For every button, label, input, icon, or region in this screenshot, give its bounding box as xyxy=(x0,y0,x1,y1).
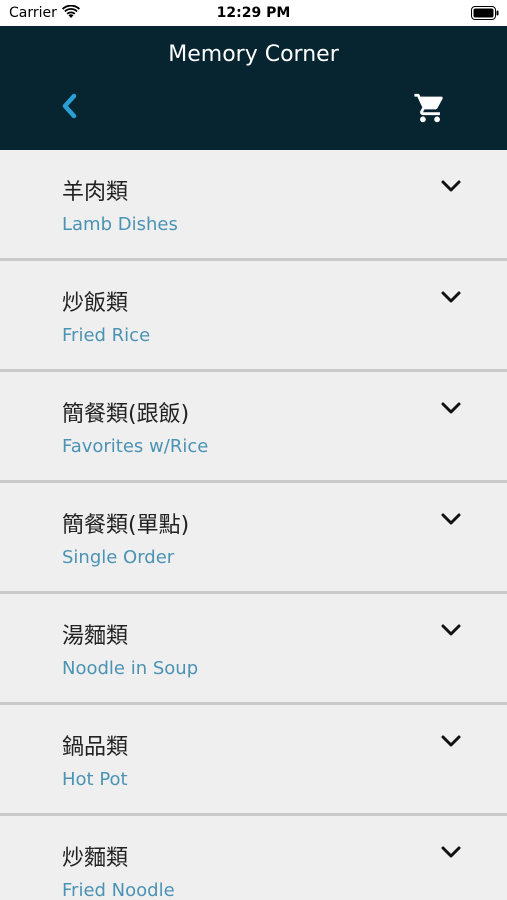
category-title-zh: 湯麵類 xyxy=(62,624,129,649)
category-item-hot-pot[interactable]: 鍋品類 Hot Pot xyxy=(0,705,507,816)
category-item-fried-rice[interactable]: 炒飯類 Fried Rice xyxy=(0,261,507,372)
category-title-zh: 鍋品類 xyxy=(62,735,129,760)
category-title-en: Hot Pot xyxy=(62,769,128,790)
clock: 12:29 PM xyxy=(216,5,291,21)
category-title-zh: 炒麵類 xyxy=(62,846,129,871)
category-item-lamb-dishes[interactable]: 羊肉類 Lamb Dishes xyxy=(0,150,507,261)
chevron-down-icon xyxy=(441,624,461,636)
navigation-bar: Memory Corner xyxy=(0,26,507,150)
category-title-en: Noodle in Soup xyxy=(62,658,199,679)
category-list[interactable]: 羊肉類 Lamb Dishes 炒飯類 Fried Rice 簡餐類(跟飯) F… xyxy=(0,150,507,900)
category-title-en: Fried Rice xyxy=(62,325,151,346)
chevron-down-icon xyxy=(441,846,461,858)
chevron-down-icon xyxy=(441,291,461,303)
category-item-fried-noodle[interactable]: 炒麵類 Fried Noodle xyxy=(0,816,507,900)
chevron-down-icon xyxy=(441,402,461,414)
cart-button[interactable] xyxy=(408,88,452,128)
category-title-en: Fried Noodle xyxy=(62,880,175,900)
category-item-favorites-rice[interactable]: 簡餐類(跟飯) Favorites w/Rice xyxy=(0,372,507,483)
category-title-zh: 簡餐類(單點) xyxy=(62,513,190,538)
chevron-down-icon xyxy=(441,735,461,747)
cart-icon xyxy=(414,93,443,123)
category-title-en: Favorites w/Rice xyxy=(62,436,209,457)
category-title-zh: 羊肉類 xyxy=(62,180,129,205)
category-item-noodle-in-soup[interactable]: 湯麵類 Noodle in Soup xyxy=(0,594,507,705)
status-bar: Carrier 12:29 PM xyxy=(0,0,507,26)
back-button[interactable] xyxy=(52,88,86,124)
page-title: Memory Corner xyxy=(168,42,339,67)
category-title-en: Lamb Dishes xyxy=(62,214,178,235)
chevron-down-icon xyxy=(441,513,461,525)
category-title-zh: 炒飯類 xyxy=(62,291,129,316)
category-title-zh: 簡餐類(跟飯) xyxy=(62,402,190,427)
chevron-left-icon xyxy=(62,93,77,119)
chevron-down-icon xyxy=(441,180,461,192)
category-item-single-order[interactable]: 簡餐類(單點) Single Order xyxy=(0,483,507,594)
category-title-en: Single Order xyxy=(62,547,175,568)
battery-icon xyxy=(471,6,499,20)
